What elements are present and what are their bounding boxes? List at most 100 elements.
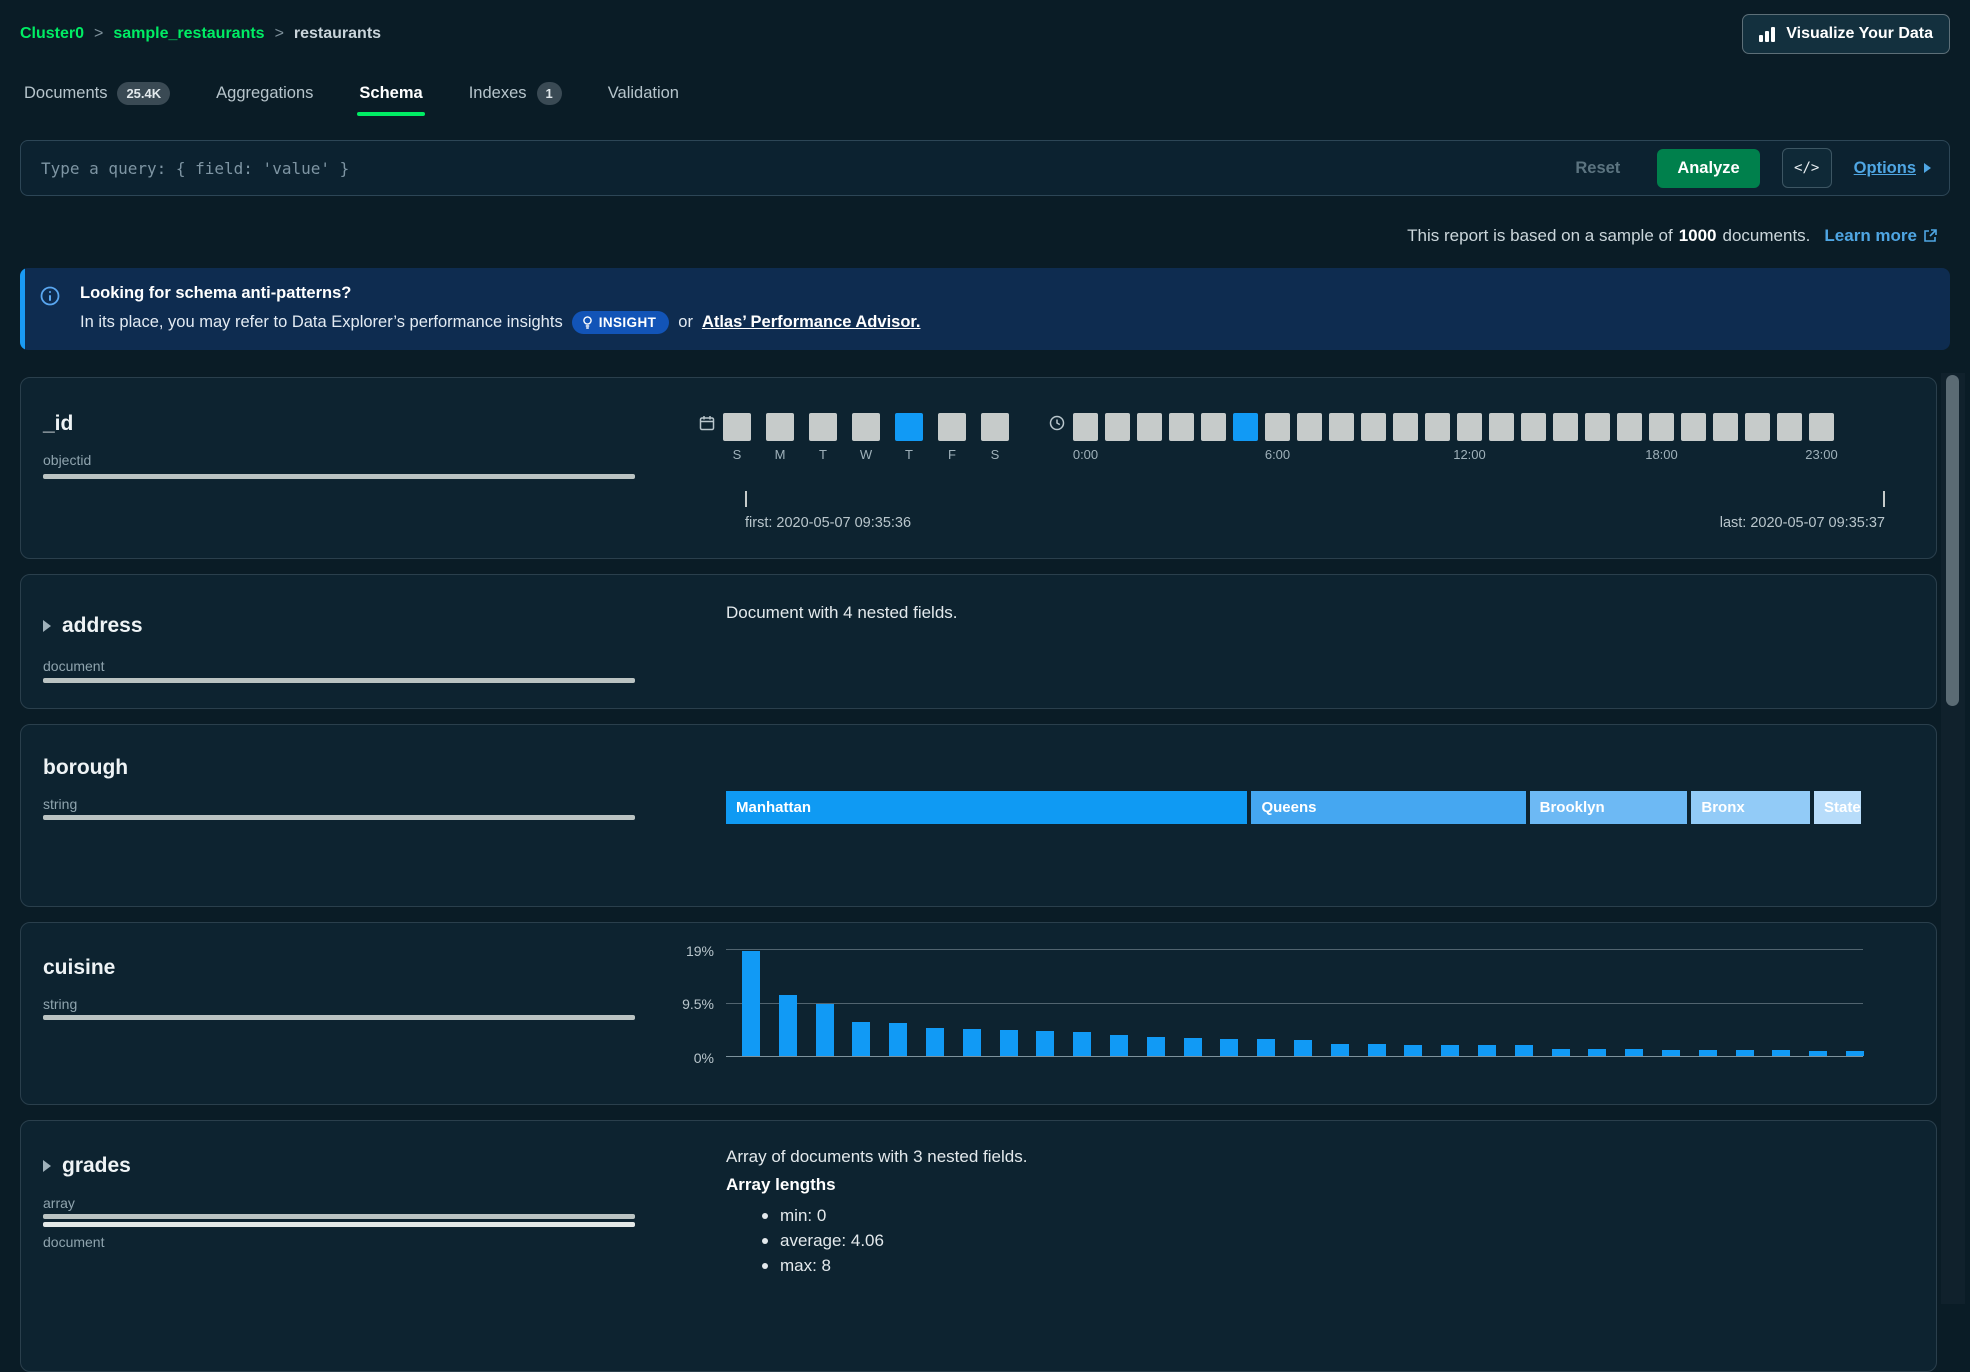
weekday-box[interactable] bbox=[852, 413, 880, 441]
vertical-scrollbar-track[interactable] bbox=[1941, 373, 1965, 1304]
hour-box[interactable] bbox=[1169, 413, 1194, 441]
performance-advisor-link[interactable]: Atlas’ Performance Advisor. bbox=[702, 313, 921, 332]
weekday-box[interactable] bbox=[895, 413, 923, 441]
cuisine-bar[interactable] bbox=[1000, 1030, 1018, 1056]
tab-validation[interactable]: Validation bbox=[606, 70, 681, 116]
tab-aggregations[interactable]: Aggregations bbox=[214, 70, 315, 116]
hour-box[interactable] bbox=[1073, 413, 1098, 441]
hour-box[interactable] bbox=[1233, 413, 1258, 441]
cuisine-bar[interactable] bbox=[1368, 1044, 1386, 1056]
hour-box[interactable] bbox=[1329, 413, 1354, 441]
hour-box[interactable] bbox=[1713, 413, 1738, 441]
cuisine-bar[interactable] bbox=[1441, 1045, 1459, 1056]
cuisine-bar[interactable] bbox=[1809, 1051, 1827, 1056]
visualize-your-data-button[interactable]: Visualize Your Data bbox=[1742, 14, 1950, 54]
hour-box[interactable] bbox=[1361, 413, 1386, 441]
weekday-label: T bbox=[809, 447, 837, 462]
hour-box[interactable] bbox=[1617, 413, 1642, 441]
cuisine-bar[interactable] bbox=[779, 995, 797, 1056]
schema-anti-patterns-banner: Looking for schema anti-patterns? In its… bbox=[20, 268, 1950, 350]
cuisine-bar[interactable] bbox=[1515, 1045, 1533, 1056]
hour-box[interactable] bbox=[1809, 413, 1834, 441]
hour-box[interactable] bbox=[1137, 413, 1162, 441]
cuisine-bar[interactable] bbox=[1257, 1039, 1275, 1056]
hour-box[interactable] bbox=[1585, 413, 1610, 441]
expand-caret-icon[interactable] bbox=[43, 620, 51, 632]
weekday-box[interactable] bbox=[938, 413, 966, 441]
borough-segment[interactable]: Brooklyn bbox=[1530, 791, 1688, 824]
hour-box[interactable] bbox=[1553, 413, 1578, 441]
learn-more-link[interactable]: Learn more bbox=[1824, 226, 1937, 246]
breadcrumb-cluster[interactable]: Cluster0 bbox=[20, 25, 84, 43]
weekday-box[interactable] bbox=[981, 413, 1009, 441]
cuisine-bar[interactable] bbox=[1625, 1049, 1643, 1056]
type-distribution-bar bbox=[43, 1214, 635, 1219]
cuisine-bar[interactable] bbox=[852, 1022, 870, 1056]
cuisine-bar[interactable] bbox=[889, 1023, 907, 1056]
cuisine-bar[interactable] bbox=[1699, 1050, 1717, 1056]
options-label: Options bbox=[1854, 159, 1916, 178]
cuisine-bar[interactable] bbox=[926, 1028, 944, 1056]
options-toggle[interactable]: Options bbox=[1854, 159, 1931, 178]
query-input[interactable]: Type a query: { field: 'value' } bbox=[41, 159, 1538, 178]
hour-box[interactable] bbox=[1777, 413, 1802, 441]
weekday-box[interactable] bbox=[766, 413, 794, 441]
cuisine-bar[interactable] bbox=[816, 1004, 834, 1056]
cuisine-bar[interactable] bbox=[1036, 1031, 1054, 1056]
cuisine-bar[interactable] bbox=[1846, 1051, 1864, 1056]
cuisine-bar[interactable] bbox=[1478, 1045, 1496, 1056]
weekday-box[interactable] bbox=[809, 413, 837, 441]
vertical-scrollbar-thumb[interactable] bbox=[1946, 375, 1959, 706]
hour-box[interactable] bbox=[1425, 413, 1450, 441]
cuisine-bar[interactable] bbox=[1552, 1049, 1570, 1056]
chevron-right-icon bbox=[1924, 163, 1931, 173]
cuisine-bar[interactable] bbox=[1147, 1037, 1165, 1056]
hour-box[interactable] bbox=[1745, 413, 1770, 441]
borough-segment[interactable]: Manhattan bbox=[726, 791, 1247, 824]
borough-segment[interactable]: Bronx bbox=[1691, 791, 1810, 824]
cuisine-bar[interactable] bbox=[1294, 1040, 1312, 1056]
hour-box[interactable] bbox=[1489, 413, 1514, 441]
borough-segment[interactable]: Staten Island bbox=[1814, 791, 1861, 824]
cuisine-bar[interactable] bbox=[1772, 1050, 1790, 1056]
code-toggle-button[interactable]: </> bbox=[1782, 148, 1832, 188]
field-type-grades-document: document bbox=[43, 1235, 726, 1249]
cuisine-bar[interactable] bbox=[1184, 1038, 1202, 1056]
hour-box[interactable] bbox=[1265, 413, 1290, 441]
external-link-icon bbox=[1923, 229, 1937, 243]
breadcrumb-database[interactable]: sample_restaurants bbox=[113, 25, 264, 43]
hour-box[interactable] bbox=[1681, 413, 1706, 441]
expand-caret-icon[interactable] bbox=[43, 1160, 51, 1172]
cuisine-bar[interactable] bbox=[1736, 1050, 1754, 1056]
cuisine-bar[interactable] bbox=[963, 1029, 981, 1056]
borough-segment-label: Staten Island bbox=[1814, 799, 1861, 816]
cuisine-bar[interactable] bbox=[1220, 1039, 1238, 1056]
clock-icon bbox=[1049, 415, 1065, 431]
tab-indexes[interactable]: Indexes1 bbox=[467, 70, 564, 116]
cuisine-bar[interactable] bbox=[1331, 1044, 1349, 1056]
hour-box[interactable] bbox=[1457, 413, 1482, 441]
tab-documents[interactable]: Documents25.4K bbox=[22, 70, 172, 116]
cuisine-bar[interactable] bbox=[1662, 1050, 1680, 1056]
hour-box[interactable] bbox=[1649, 413, 1674, 441]
hour-box[interactable] bbox=[1201, 413, 1226, 441]
cuisine-bar[interactable] bbox=[1110, 1035, 1128, 1056]
cuisine-bar[interactable] bbox=[1404, 1045, 1422, 1056]
analyze-button[interactable]: Analyze bbox=[1657, 149, 1759, 188]
cuisine-bar[interactable] bbox=[1073, 1032, 1091, 1056]
tab-schema[interactable]: Schema bbox=[357, 70, 424, 116]
hour-box[interactable] bbox=[1105, 413, 1130, 441]
hour-box[interactable] bbox=[1521, 413, 1546, 441]
borough-segment[interactable]: Queens bbox=[1251, 791, 1525, 824]
weekday-label: S bbox=[981, 447, 1009, 462]
weekday-box[interactable] bbox=[723, 413, 751, 441]
reset-button[interactable]: Reset bbox=[1560, 150, 1635, 187]
field-name-address-row: address bbox=[43, 613, 726, 639]
y-axis-label-mid: 9.5% bbox=[682, 996, 714, 1012]
hour-tick-label: 6:00 bbox=[1265, 447, 1290, 462]
cuisine-bar[interactable] bbox=[742, 951, 760, 1056]
tab-label: Indexes bbox=[469, 84, 527, 103]
hour-box[interactable] bbox=[1297, 413, 1322, 441]
hour-box[interactable] bbox=[1393, 413, 1418, 441]
cuisine-bar[interactable] bbox=[1588, 1049, 1606, 1056]
